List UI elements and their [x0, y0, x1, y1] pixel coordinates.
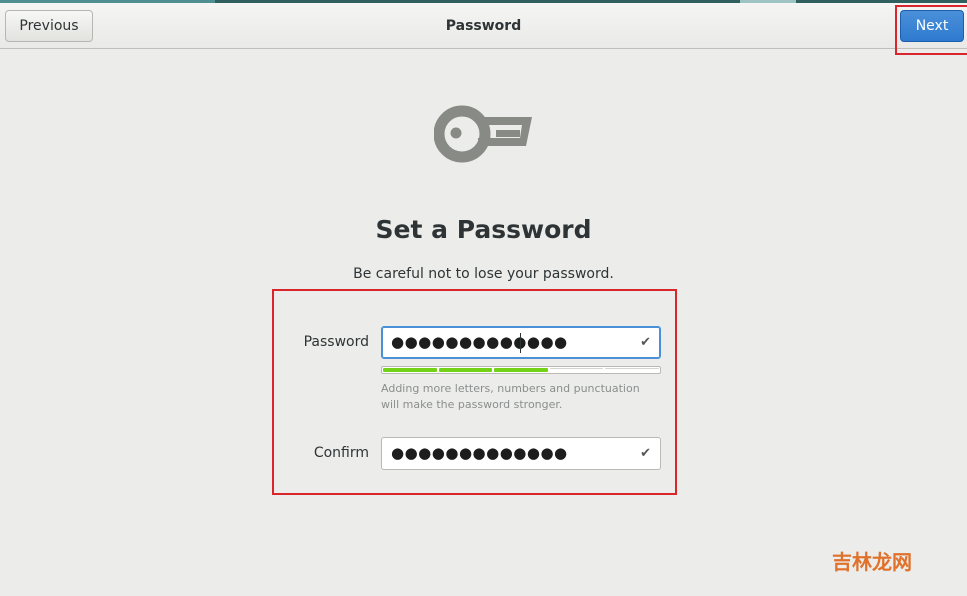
header-bar: Previous Password Next: [0, 3, 967, 49]
previous-button[interactable]: Previous: [5, 10, 93, 42]
confirm-value: ●●●●●●●●●●●●●: [391, 444, 568, 462]
key-icon: [434, 105, 532, 163]
password-hint: Adding more letters, numbers and punctua…: [381, 382, 640, 411]
page-heading: Set a Password: [375, 215, 592, 244]
confirm-field[interactable]: ●●●●●●●●●●●●● ✔: [381, 437, 661, 470]
strength-block: [438, 368, 493, 372]
strength-block: [494, 368, 548, 372]
strength-block: [549, 368, 604, 372]
page-subtitle: Be careful not to lose your password.: [353, 266, 614, 282]
page-title: Password: [445, 18, 522, 34]
next-button[interactable]: Next: [900, 10, 964, 42]
strength-block: [605, 368, 659, 372]
check-icon: ✔: [640, 446, 651, 461]
strength-block: [383, 368, 437, 372]
password-field[interactable]: ●●●●●●●●●●●●● ✔: [381, 326, 661, 359]
watermark-logo: 吉林龙网: [832, 550, 912, 574]
confirm-label: Confirm: [313, 445, 369, 461]
password-label: Password: [303, 334, 369, 350]
text-caret: [520, 333, 521, 353]
password-value: ●●●●●●●●●●●●●: [391, 333, 568, 351]
password-strength-bar: [381, 366, 661, 374]
check-icon: ✔: [640, 335, 651, 350]
